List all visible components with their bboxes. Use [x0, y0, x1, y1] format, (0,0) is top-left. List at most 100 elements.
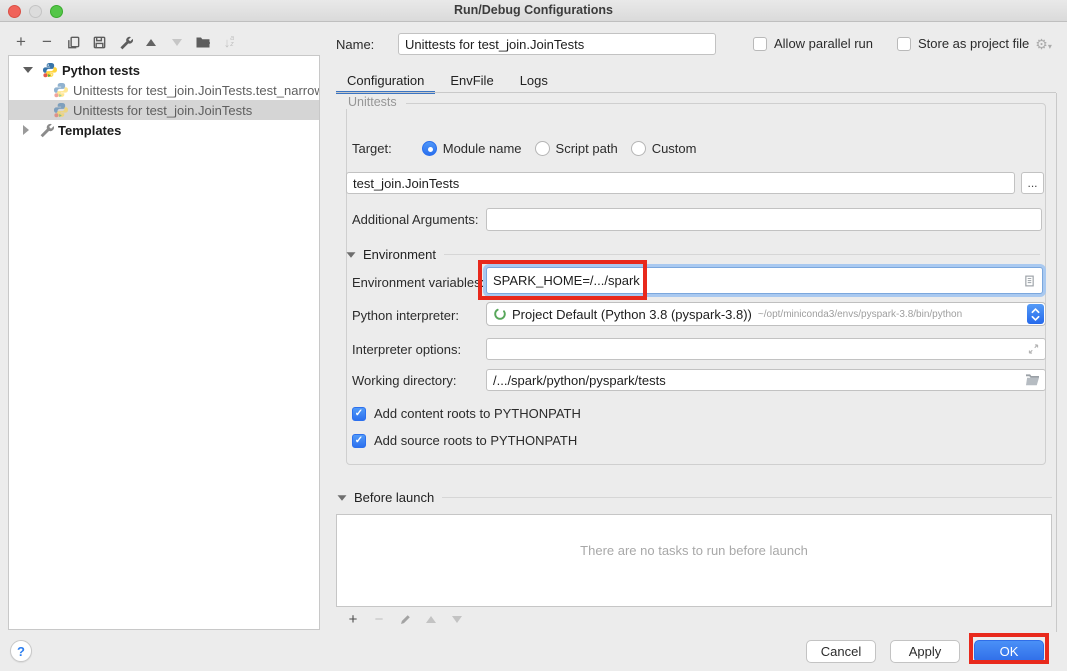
- add-source-roots-label: Add source roots to PYTHONPATH: [374, 433, 577, 448]
- name-input[interactable]: [398, 33, 716, 55]
- chevron-down-icon[interactable]: [23, 67, 33, 73]
- save-configuration-button[interactable]: [86, 32, 112, 52]
- run-debug-configurations-dialog: Run/Debug Configurations + − ↓: [0, 0, 1067, 671]
- configurations-tree: Python tests Unittests for test_join.Joi…: [8, 55, 320, 630]
- remove-task-button[interactable]: −: [366, 610, 392, 628]
- store-as-project-file-checkbox[interactable]: [897, 37, 911, 51]
- environment-section-header[interactable]: Environment: [346, 247, 1040, 262]
- add-content-roots-label: Add content roots to PYTHONPATH: [374, 406, 581, 421]
- target-custom-label: Custom: [652, 141, 697, 156]
- chevron-right-icon[interactable]: [23, 125, 29, 135]
- interpreter-path: ~/opt/miniconda3/envs/pyspark-3.8/bin/py…: [758, 309, 962, 320]
- target-script-path-label: Script path: [556, 141, 618, 156]
- sort-az-icon: ↓ az: [224, 36, 234, 49]
- browse-directory-button[interactable]: [1025, 374, 1040, 387]
- tab-bar: Configuration EnvFile Logs: [336, 68, 563, 93]
- tree-node-label: Python tests: [62, 63, 140, 78]
- before-launch-header-label: Before launch: [354, 490, 434, 505]
- save-icon: [92, 35, 107, 50]
- ok-button[interactable]: OK: [974, 640, 1044, 663]
- pencil-icon: [399, 613, 412, 626]
- tree-node-test-narrow[interactable]: Unittests for test_join.JoinTests.test_n…: [9, 80, 319, 100]
- environment-variables-label: Environment variables:: [352, 275, 484, 290]
- add-task-button[interactable]: +: [340, 610, 366, 628]
- working-directory-label: Working directory:: [352, 373, 457, 388]
- tree-node-label: Unittests for test_join.JoinTests.test_n…: [73, 83, 319, 98]
- configurations-toolbar: + − ↓ az: [8, 31, 242, 53]
- tree-node-jointests-selected[interactable]: Unittests for test_join.JoinTests: [9, 100, 319, 120]
- target-script-path-radio[interactable]: [535, 141, 550, 156]
- add-content-roots-checkbox[interactable]: ✓: [352, 407, 366, 421]
- apply-button[interactable]: Apply: [890, 640, 960, 663]
- store-as-project-file-label: Store as project file: [918, 36, 1029, 51]
- working-directory-input[interactable]: [486, 369, 1046, 391]
- module-name-input[interactable]: [346, 172, 1015, 194]
- target-custom-radio[interactable]: [631, 141, 646, 156]
- tree-node-label: Templates: [58, 123, 121, 138]
- before-launch-section-header[interactable]: Before launch: [337, 490, 1052, 505]
- edit-task-button[interactable]: [392, 610, 418, 628]
- python-test-icon: [53, 82, 69, 98]
- env-list-icon: [1023, 274, 1036, 288]
- target-module-name-radio[interactable]: [422, 141, 437, 156]
- additional-arguments-label: Additional Arguments:: [352, 212, 478, 227]
- interpreter-value: Project Default (Python 3.8 (pyspark-3.8…: [512, 307, 752, 322]
- interpreter-options-input[interactable]: [486, 338, 1046, 360]
- move-up-button[interactable]: [138, 32, 164, 52]
- titlebar: Run/Debug Configurations: [0, 0, 1067, 22]
- sort-configurations-button[interactable]: ↓ az: [216, 32, 242, 52]
- check-icon: ✓: [355, 435, 363, 446]
- collapse-triangle-icon[interactable]: [338, 495, 347, 500]
- tab-configuration[interactable]: Configuration: [336, 68, 435, 93]
- add-content-roots-option[interactable]: ✓ Add content roots to PYTHONPATH: [352, 406, 581, 421]
- interpreter-options-label: Interpreter options:: [352, 342, 461, 357]
- target-row: Target: Module name Script path Custom: [352, 141, 696, 156]
- combobox-stepper-icon[interactable]: [1027, 304, 1044, 324]
- create-folder-button[interactable]: [190, 32, 216, 52]
- browse-env-vars-button[interactable]: [1023, 274, 1036, 288]
- templates-wrench-icon: [38, 122, 54, 138]
- name-label: Name:: [336, 37, 374, 52]
- move-task-up-button[interactable]: [418, 610, 444, 628]
- tab-envfile[interactable]: EnvFile: [439, 68, 504, 93]
- tree-node-templates[interactable]: Templates: [9, 120, 319, 140]
- cancel-button[interactable]: Cancel: [806, 640, 876, 663]
- allow-parallel-run-checkbox[interactable]: [753, 37, 767, 51]
- section-rule: [442, 497, 1052, 498]
- python-interpreter-select[interactable]: Project Default (Python 3.8 (pyspark-3.8…: [486, 302, 1046, 326]
- target-label: Target:: [352, 141, 392, 156]
- browse-module-button[interactable]: ...: [1021, 172, 1044, 194]
- wrench-icon: [118, 35, 133, 50]
- before-launch-toolbar: + −: [340, 610, 470, 628]
- move-down-button[interactable]: [164, 32, 190, 52]
- python-interpreter-label: Python interpreter:: [352, 308, 459, 323]
- working-directory-field: [486, 369, 1046, 391]
- tree-node-label: Unittests for test_join.JoinTests: [73, 103, 252, 118]
- window-title: Run/Debug Configurations: [0, 3, 1067, 17]
- tab-logs[interactable]: Logs: [509, 68, 559, 93]
- collapse-triangle-icon[interactable]: [347, 252, 356, 257]
- unittests-group-label: Unittests: [346, 95, 406, 109]
- add-configuration-button[interactable]: +: [8, 32, 34, 52]
- new-folder-icon: [195, 34, 211, 50]
- add-source-roots-option[interactable]: ✓ Add source roots to PYTHONPATH: [352, 433, 577, 448]
- before-launch-empty-text: There are no tasks to run before launch: [337, 543, 1051, 558]
- tree-node-python-tests[interactable]: Python tests: [9, 60, 319, 80]
- copy-icon: [66, 35, 81, 50]
- allow-parallel-run-option[interactable]: Allow parallel run: [753, 36, 873, 51]
- gear-icon[interactable]: ⚙▾: [1035, 37, 1052, 51]
- move-task-down-button[interactable]: [444, 610, 470, 628]
- copy-configuration-button[interactable]: [60, 32, 86, 52]
- additional-arguments-input[interactable]: [486, 208, 1042, 231]
- expand-field-button[interactable]: [1027, 343, 1040, 356]
- edit-templates-button[interactable]: [112, 32, 138, 52]
- store-as-project-file-option[interactable]: Store as project file ⚙▾: [897, 36, 1052, 51]
- environment-variables-input[interactable]: [486, 267, 1043, 294]
- environment-header-label: Environment: [363, 247, 436, 262]
- before-launch-task-list: There are no tasks to run before launch: [336, 514, 1052, 607]
- conda-env-icon: [493, 307, 507, 321]
- remove-configuration-button[interactable]: −: [34, 32, 60, 52]
- allow-parallel-run-label: Allow parallel run: [774, 36, 873, 51]
- add-source-roots-checkbox[interactable]: ✓: [352, 434, 366, 448]
- help-button[interactable]: ?: [10, 640, 32, 662]
